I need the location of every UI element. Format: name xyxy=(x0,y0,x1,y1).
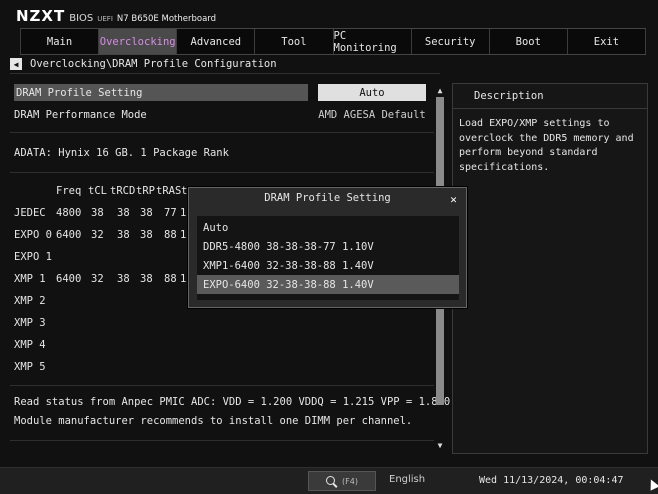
bios-label: BIOS xyxy=(69,13,94,24)
cell-trp: 38 xyxy=(140,207,153,219)
col-header-freq: Freq xyxy=(56,185,82,197)
scroll-down-icon[interactable]: ▼ xyxy=(435,439,445,451)
row-name: EXPO 1 xyxy=(14,251,52,263)
description-title: Description xyxy=(453,84,647,109)
row-name: XMP 4 xyxy=(14,339,46,351)
search-shortcut: (F4) xyxy=(342,476,358,486)
dram-profile-popup: DRAM Profile Setting ✕ Auto DDR5-4800 38… xyxy=(188,187,467,308)
tab-pc-monitoring[interactable]: PC Monitoring xyxy=(334,29,412,54)
dram-performance-mode-row[interactable]: DRAM Performance Mode xyxy=(14,106,147,123)
tab-exit[interactable]: Exit xyxy=(568,29,646,54)
breadcrumb-path: Overclocking\DRAM Profile Configuration xyxy=(30,58,277,70)
tab-advanced[interactable]: Advanced xyxy=(177,29,256,54)
cell-freq: 4800 xyxy=(56,207,82,219)
breadcrumb: ◀ Overclocking\DRAM Profile Configuratio… xyxy=(10,56,277,72)
col-header-trcd: tRCD xyxy=(110,185,136,197)
dimm-recommendation: Module manufacturer recommends to instal… xyxy=(14,415,413,427)
description-text: Load EXPO/XMP settings to overclock the … xyxy=(453,109,647,183)
cell-trp: 38 xyxy=(140,229,153,241)
tab-security[interactable]: Security xyxy=(412,29,490,54)
dram-performance-mode-label: DRAM Performance Mode xyxy=(14,108,147,121)
cell-freq: 6400 xyxy=(56,273,82,285)
cell-trcd: 38 xyxy=(117,207,130,219)
cell-tcl: 32 xyxy=(91,273,104,285)
description-line: specifications. xyxy=(459,161,550,173)
scroll-up-icon[interactable]: ▲ xyxy=(435,84,445,96)
dram-performance-mode-value[interactable]: AMD AGESA Default xyxy=(318,106,426,123)
divider xyxy=(10,132,434,133)
description-line: perform beyond standard xyxy=(459,147,598,158)
cell-tras: 77 xyxy=(164,207,177,219)
main-tab-bar: Main Overclocking Advanced Tool PC Monit… xyxy=(20,28,646,55)
row-name: XMP 2 xyxy=(14,295,46,307)
brand-header: NZXT BIOS UEFI N7 B650E Motherboard xyxy=(16,7,216,29)
popup-option-ddr5-4800[interactable]: DDR5-4800 38-38-38-77 1.10V xyxy=(197,237,459,256)
description-panel: Description Load EXPO/XMP settings to ov… xyxy=(452,83,648,454)
module-info: ADATA: Hynix 16 GB. 1 Package Rank xyxy=(14,147,229,159)
divider xyxy=(10,440,434,441)
description-line: overclock the DDR5 memory and xyxy=(459,132,634,144)
search-icon xyxy=(326,475,337,487)
tab-boot[interactable]: Boot xyxy=(490,29,568,54)
row-name: XMP 1 xyxy=(14,273,46,285)
row-name: JEDEC xyxy=(14,207,46,219)
dram-profile-setting-row[interactable]: DRAM Profile Setting xyxy=(14,84,308,101)
popup-option-expo-6400[interactable]: EXPO-6400 32-38-38-88 1.40V xyxy=(197,275,459,294)
uefi-label: UEFI xyxy=(97,15,113,23)
nzxt-logo: NZXT xyxy=(16,7,66,25)
cell-trcd: 38 xyxy=(117,273,130,285)
close-icon[interactable]: ✕ xyxy=(447,193,460,206)
cell-tcl: 38 xyxy=(91,207,104,219)
row-name: XMP 3 xyxy=(14,317,46,329)
divider xyxy=(10,385,434,386)
cell-trcd: 38 xyxy=(117,229,130,241)
tab-overclocking[interactable]: Overclocking xyxy=(99,29,178,54)
cell-freq: 6400 xyxy=(56,229,82,241)
col-header-tcl: tCL xyxy=(88,185,107,197)
row-name: EXPO 0 xyxy=(14,229,52,241)
language-selector[interactable]: English xyxy=(389,474,425,485)
dram-profile-setting-label: DRAM Profile Setting xyxy=(16,86,143,99)
cell-tras: 88 xyxy=(164,273,177,285)
popup-option-auto[interactable]: Auto xyxy=(197,218,459,237)
popup-option-list: Auto DDR5-4800 38-38-38-77 1.10V XMP1-64… xyxy=(197,216,459,300)
popup-title: DRAM Profile Setting xyxy=(264,192,391,204)
breadcrumb-divider xyxy=(10,73,440,74)
col-header-trp: tRP xyxy=(136,185,155,197)
back-arrow-icon[interactable]: ◀ xyxy=(10,58,22,70)
divider xyxy=(10,172,434,173)
motherboard-model: N7 B650E Motherboard xyxy=(116,14,217,24)
dram-profile-setting-value[interactable]: Auto xyxy=(318,84,426,101)
pmic-status: Read status from Anpec PMIC ADC: VDD = 1… xyxy=(14,396,451,408)
col-header-tras: tRAS xyxy=(156,185,182,197)
description-line: Load EXPO/XMP settings to xyxy=(459,118,610,129)
tab-main[interactable]: Main xyxy=(20,29,100,54)
cell-tcl: 32 xyxy=(91,229,104,241)
row-name: XMP 5 xyxy=(14,361,46,373)
search-button[interactable]: (F4) xyxy=(308,471,376,491)
cell-trp: 38 xyxy=(140,273,153,285)
popup-option-xmp1-6400[interactable]: XMP1-6400 32-38-38-88 1.40V xyxy=(197,256,459,275)
system-datetime: Wed 11/13/2024, 00:04:47 xyxy=(479,475,624,486)
tab-tool[interactable]: Tool xyxy=(255,29,334,54)
cell-tras: 88 xyxy=(164,229,177,241)
